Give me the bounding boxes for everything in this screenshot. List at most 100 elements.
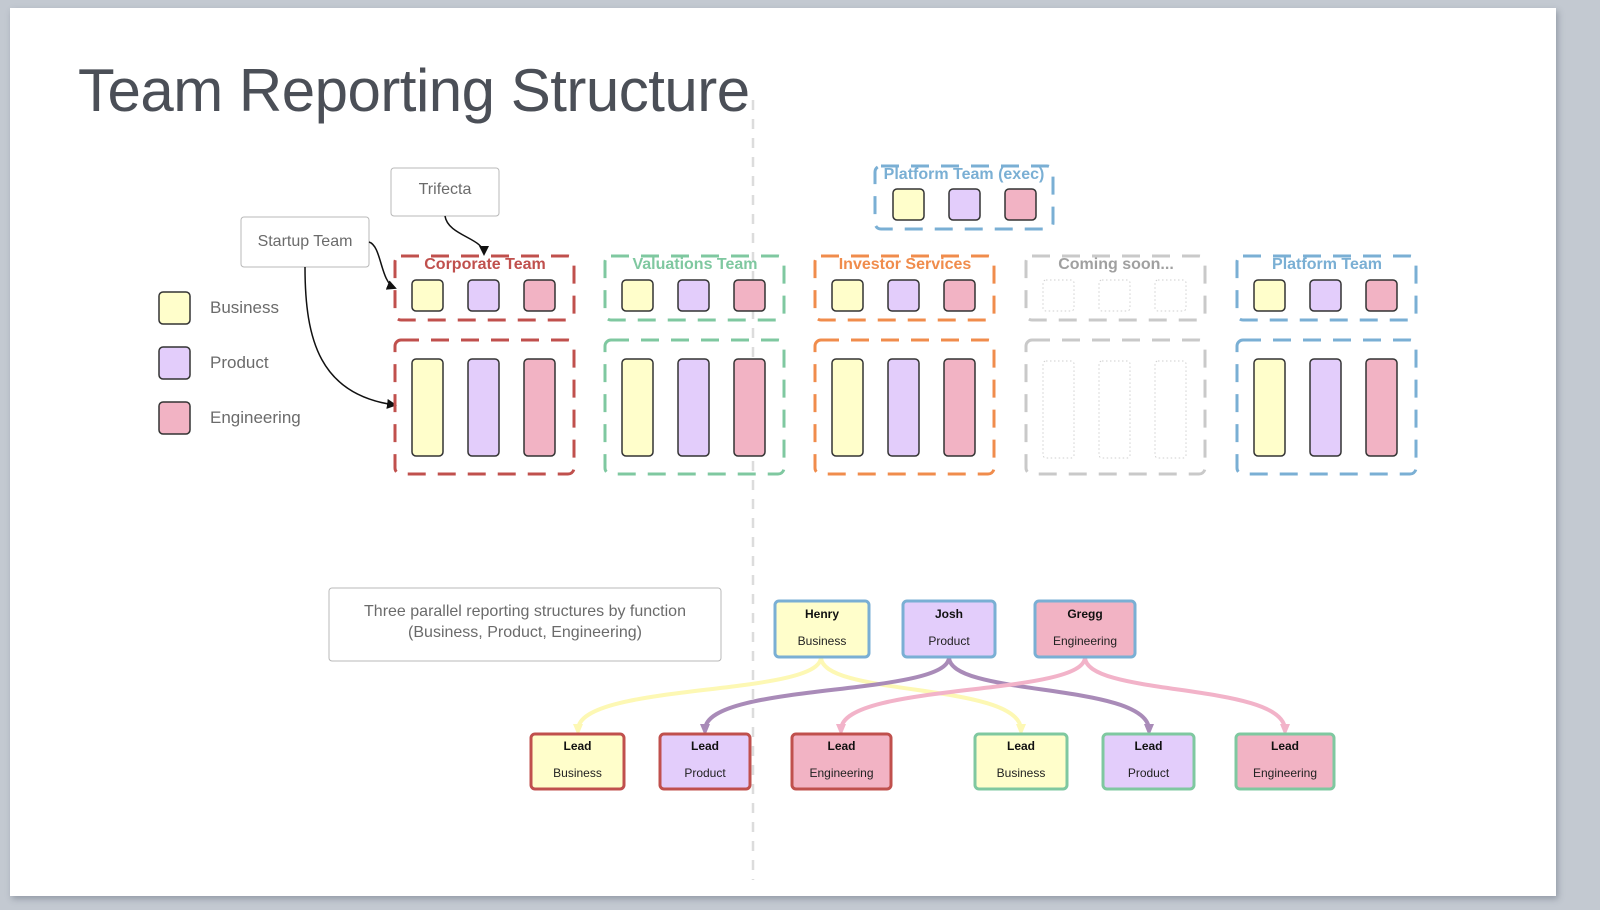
lead-title: Lead [827,739,855,753]
legend: Business Product Engineering [158,291,301,435]
head-role: Product [928,634,970,648]
member-block-product[interactable] [467,358,500,457]
startup-team-callout: Startup Team [240,216,370,268]
lead-block-engineering[interactable] [943,279,976,312]
lead-role: Product [684,766,726,780]
lead-engineering[interactable]: Lead Engineering [1234,732,1336,791]
head-gregg[interactable]: Gregg Engineering [1033,599,1137,659]
exec-block-engineering[interactable] [1004,188,1037,221]
parallel-note-line1: Three parallel reporting structures by f… [364,603,686,620]
placeholder-member-slot [1042,360,1075,459]
legend-label: Business [210,298,279,317]
member-block-business[interactable] [831,358,864,457]
function-heads: Henry Business Josh Product Gregg Engineering [773,599,1137,659]
lead-product[interactable]: Lead Product [1101,732,1196,791]
placeholder-member-slot [1154,360,1187,459]
lead-business[interactable]: Lead Business [973,732,1069,791]
connector-engineering-to-lead [1083,656,1290,736]
lead-role: Business [553,766,602,780]
lead-business[interactable]: Lead Business [529,732,626,791]
member-block-product[interactable] [1309,358,1342,457]
team-name-label: Investor Services [839,256,972,273]
legend-label: Engineering [210,408,301,427]
member-block-engineering[interactable] [523,358,556,457]
team-name-label: Corporate Team [424,256,546,273]
exec-block-business[interactable] [892,188,925,221]
startup-to-startup-members-arrow [304,266,397,409]
exec-team-label: Platform Team (exec) [884,166,1045,183]
lead-role: Business [997,766,1046,780]
team-investor-services[interactable]: Investor Services [813,254,996,476]
member-block-business[interactable] [1253,358,1286,457]
team-valuations-team[interactable]: Valuations Team [603,254,786,476]
member-block-business[interactable] [411,358,444,457]
lead-block-engineering[interactable] [523,279,556,312]
lead-product[interactable]: Lead Product [658,732,752,791]
connector-engineering-to-lead [836,656,1087,736]
lead-block-product[interactable] [677,279,710,312]
lead-title: Lead [691,739,719,753]
member-block-product[interactable] [677,358,710,457]
parallel-structures-note: Three parallel reporting structures by f… [328,587,722,662]
team-corporate-team[interactable]: Corporate Team [393,254,576,476]
team-platform-team[interactable]: Platform Team [1235,254,1418,476]
member-block-engineering[interactable] [943,358,976,457]
legend-item-business: Business [158,291,279,325]
team-name-label: Platform Team [1272,256,1382,273]
member-block-engineering[interactable] [1365,358,1398,457]
lead-role: Product [1128,766,1170,780]
lead-role: Engineering [809,766,873,780]
startup-team-label: Startup Team [258,233,353,250]
lead-engineering[interactable]: Lead Engineering [790,732,893,791]
connector-product-to-lead [947,656,1154,736]
head-name: Henry [805,607,839,621]
head-role: Engineering [1053,634,1117,648]
org-diagram: Business Product Engineering Trifecta Star… [158,100,1418,880]
connector-business-to-lead [573,656,823,736]
lead-title: Lead [1007,739,1035,753]
lead-block-business[interactable] [621,279,654,312]
exec-block-product[interactable] [948,188,981,221]
connector-business-to-lead [819,656,1026,736]
legend-item-product: Product [158,346,269,380]
lead-block-product[interactable] [467,279,500,312]
platform-exec-team: Platform Team (exec) [873,164,1055,231]
head-josh[interactable]: Josh Product [901,599,997,659]
lead-block-business[interactable] [411,279,444,312]
team-leads: LeadBusinessLeadProductLeadEngineeringLe… [529,732,1336,791]
member-block-product[interactable] [887,358,920,457]
team-coming-soon[interactable]: Coming soon... [1024,254,1207,476]
member-block-business[interactable] [621,358,654,457]
legend-label: Product [210,353,269,372]
lead-block-business[interactable] [831,279,864,312]
placeholder-lead-slot [1042,279,1075,312]
lead-block-business[interactable] [1253,279,1286,312]
legend-swatch-business [158,291,191,325]
placeholder-lead-slot [1154,279,1187,312]
head-name: Josh [935,607,963,621]
head-henry[interactable]: Henry Business [773,599,871,659]
trifecta-label: Trifecta [419,181,472,198]
lead-block-product[interactable] [887,279,920,312]
legend-swatch-engineering [158,401,191,435]
lead-block-engineering[interactable] [733,279,766,312]
parallel-note-line2: (Business, Product, Engineering) [408,624,642,641]
trifecta-callout: Trifecta [390,167,500,217]
startup-to-corporate-arrow [368,241,397,290]
teams-group: Corporate Team Valuations Team Investor Se… [393,254,1418,476]
lead-title: Lead [1134,739,1162,753]
member-block-engineering[interactable] [733,358,766,457]
team-name-label: Valuations Team [632,256,757,273]
lead-title: Lead [1271,739,1299,753]
legend-item-engineering: Engineering [158,401,301,435]
head-name: Gregg [1067,607,1102,621]
team-name-label: Coming soon... [1058,256,1174,273]
lead-block-product[interactable] [1309,279,1342,312]
lead-block-engineering[interactable] [1365,279,1398,312]
lead-role: Engineering [1253,766,1317,780]
legend-swatch-product [158,346,191,380]
placeholder-lead-slot [1098,279,1131,312]
trifecta-arrow [444,215,489,256]
placeholder-member-slot [1098,360,1131,459]
reporting-connectors [573,656,1290,736]
